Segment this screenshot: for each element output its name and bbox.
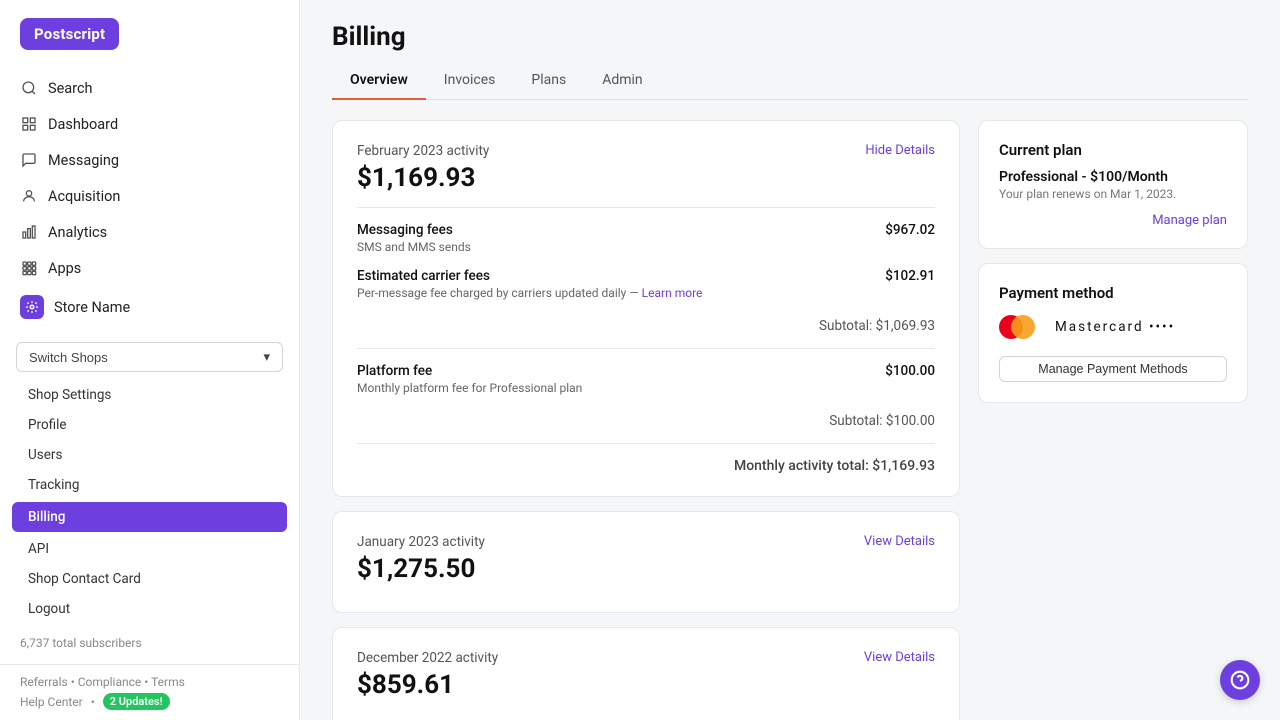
card-label: Mastercard •••• (1055, 319, 1175, 335)
sidebar-item-analytics[interactable]: Analytics (0, 214, 299, 250)
sidebar: Postscript Search Dashboard Messaging (0, 0, 300, 720)
billing-side: Current plan Professional - $100/Month Y… (978, 120, 1248, 720)
sidebar-item-search-label: Search (48, 80, 93, 97)
page-title: Billing (332, 22, 1248, 52)
sub-menu: Switch Shops ▾ Shop Settings Profile Use… (0, 332, 299, 630)
fee-amount-carrier: $102.91 (885, 268, 935, 284)
footer-link-row: Referrals • Compliance • Terms (20, 675, 279, 689)
monthly-total-row: Monthly activity total: $1,169.93 (357, 458, 935, 474)
payment-card-row: Mastercard •••• (999, 312, 1227, 342)
sidebar-item-dashboard[interactable]: Dashboard (0, 106, 299, 142)
learn-more-link[interactable]: Learn more (642, 286, 703, 300)
activity-card-dec2022: December 2022 activity $859.61 View Deta… (332, 627, 960, 720)
sidebar-item-apps-label: Apps (48, 260, 81, 277)
activity-amount-feb: $1,169.93 (357, 163, 489, 193)
current-plan-card: Current plan Professional - $100/Month Y… (978, 120, 1248, 249)
sub-menu-logout[interactable]: Logout (0, 594, 299, 624)
referrals-link[interactable]: Referrals (20, 675, 68, 689)
activity-period-jan: January 2023 activity (357, 534, 485, 550)
tab-invoices[interactable]: Invoices (426, 64, 514, 100)
sidebar-item-messaging-label: Messaging (48, 152, 119, 169)
plan-name: Professional - $100/Month (999, 169, 1227, 185)
fee-sub-carrier: Per-message fee charged by carriers upda… (357, 286, 702, 300)
sidebar-item-apps[interactable]: Apps (0, 250, 299, 286)
sidebar-store-label: Store Name (54, 299, 130, 316)
fee-label-platform: Platform fee (357, 363, 582, 379)
main-content: Billing Overview Invoices Plans Admin Fe… (300, 0, 1280, 720)
help-fab-button[interactable] (1220, 660, 1260, 700)
activity-header-dec: December 2022 activity $859.61 View Deta… (357, 650, 935, 700)
fee-sub-platform: Monthly platform fee for Professional pl… (357, 381, 582, 395)
payment-method-title: Payment method (999, 284, 1227, 302)
sub-menu-profile[interactable]: Profile (0, 410, 299, 440)
sidebar-item-search[interactable]: Search (0, 70, 299, 106)
activity-amount-jan: $1,275.50 (357, 554, 485, 584)
billing-main: February 2023 activity $1,169.93 Hide De… (332, 120, 960, 720)
dashboard-icon (20, 115, 38, 133)
apps-icon (20, 259, 38, 277)
sub-menu-billing[interactable]: Billing (12, 502, 287, 532)
content-area: February 2023 activity $1,169.93 Hide De… (300, 100, 1280, 720)
subscribers-count: 6,737 total subscribers (0, 630, 299, 660)
store-icon (20, 295, 44, 319)
plan-renews: Your plan renews on Mar 1, 2023. (999, 187, 1227, 201)
help-row: Help Center • 2 Updates! (20, 693, 279, 710)
sidebar-item-messaging[interactable]: Messaging (0, 142, 299, 178)
sub-menu-users[interactable]: Users (0, 440, 299, 470)
page-header: Billing Overview Invoices Plans Admin (300, 0, 1280, 100)
fee-row-messaging: Messaging fees SMS and MMS sends $967.02 (357, 222, 935, 254)
fee-row-platform: Platform fee Monthly platform fee for Pr… (357, 363, 935, 395)
fee-sub-messaging: SMS and MMS sends (357, 240, 471, 254)
tab-overview[interactable]: Overview (332, 64, 426, 100)
hide-details-link-feb[interactable]: Hide Details (865, 143, 935, 158)
sub-menu-shop-settings[interactable]: Shop Settings (0, 380, 299, 410)
activity-period-feb: February 2023 activity (357, 143, 489, 159)
updates-badge[interactable]: 2 Updates! (103, 693, 170, 710)
subtotal1-row: Subtotal: $1,069.93 (357, 314, 935, 334)
sub-menu-api[interactable]: API (0, 534, 299, 564)
activity-card-jan2023: January 2023 activity $1,275.50 View Det… (332, 511, 960, 613)
sidebar-item-dashboard-label: Dashboard (48, 116, 118, 133)
current-plan-title: Current plan (999, 141, 1227, 159)
search-icon (20, 79, 38, 97)
terms-link[interactable]: Terms (151, 675, 185, 689)
compliance-link[interactable]: Compliance (78, 675, 142, 689)
tab-plans[interactable]: Plans (513, 64, 584, 100)
activity-amount-dec: $859.61 (357, 670, 498, 700)
help-center-link[interactable]: Help Center (20, 695, 83, 709)
main-nav: Search Dashboard Messaging Acquisition (0, 66, 299, 332)
logo-area: Postscript (0, 0, 299, 66)
chevron-down-icon: ▾ (263, 349, 270, 365)
view-details-link-dec[interactable]: View Details (864, 650, 935, 665)
fee-label-messaging: Messaging fees (357, 222, 471, 238)
activity-card-feb2023: February 2023 activity $1,169.93 Hide De… (332, 120, 960, 497)
logo[interactable]: Postscript (20, 18, 119, 50)
fee-label-carrier: Estimated carrier fees (357, 268, 702, 284)
activity-header-jan: January 2023 activity $1,275.50 View Det… (357, 534, 935, 584)
footer-links: Referrals • Compliance • Terms Help Cent… (0, 664, 299, 720)
fee-amount-platform: $100.00 (885, 363, 935, 379)
sub-menu-shop-contact-card[interactable]: Shop Contact Card (0, 564, 299, 594)
manage-plan-link[interactable]: Manage plan (999, 213, 1227, 228)
switch-shops-button[interactable]: Switch Shops ▾ (16, 342, 283, 372)
sidebar-item-store[interactable]: Store Name (0, 286, 299, 328)
activity-period-dec: December 2022 activity (357, 650, 498, 666)
tab-admin[interactable]: Admin (584, 64, 660, 100)
sidebar-item-acquisition[interactable]: Acquisition (0, 178, 299, 214)
acquisition-icon (20, 187, 38, 205)
activity-header-feb: February 2023 activity $1,169.93 Hide De… (357, 143, 935, 193)
message-icon (20, 151, 38, 169)
manage-payment-methods-button[interactable]: Manage Payment Methods (999, 356, 1227, 382)
fee-amount-messaging: $967.02 (885, 222, 935, 238)
payment-method-card: Payment method Mastercard •••• Manage Pa… (978, 263, 1248, 403)
sub-menu-tracking[interactable]: Tracking (0, 470, 299, 500)
analytics-icon (20, 223, 38, 241)
sidebar-item-analytics-label: Analytics (48, 224, 107, 241)
subtotal2-row: Subtotal: $100.00 (357, 409, 935, 429)
view-details-link-jan[interactable]: View Details (864, 534, 935, 549)
sidebar-item-acquisition-label: Acquisition (48, 188, 120, 205)
tabs-bar: Overview Invoices Plans Admin (332, 64, 1248, 100)
fee-row-carrier: Estimated carrier fees Per-message fee c… (357, 268, 935, 300)
mastercard-icon (999, 312, 1043, 342)
